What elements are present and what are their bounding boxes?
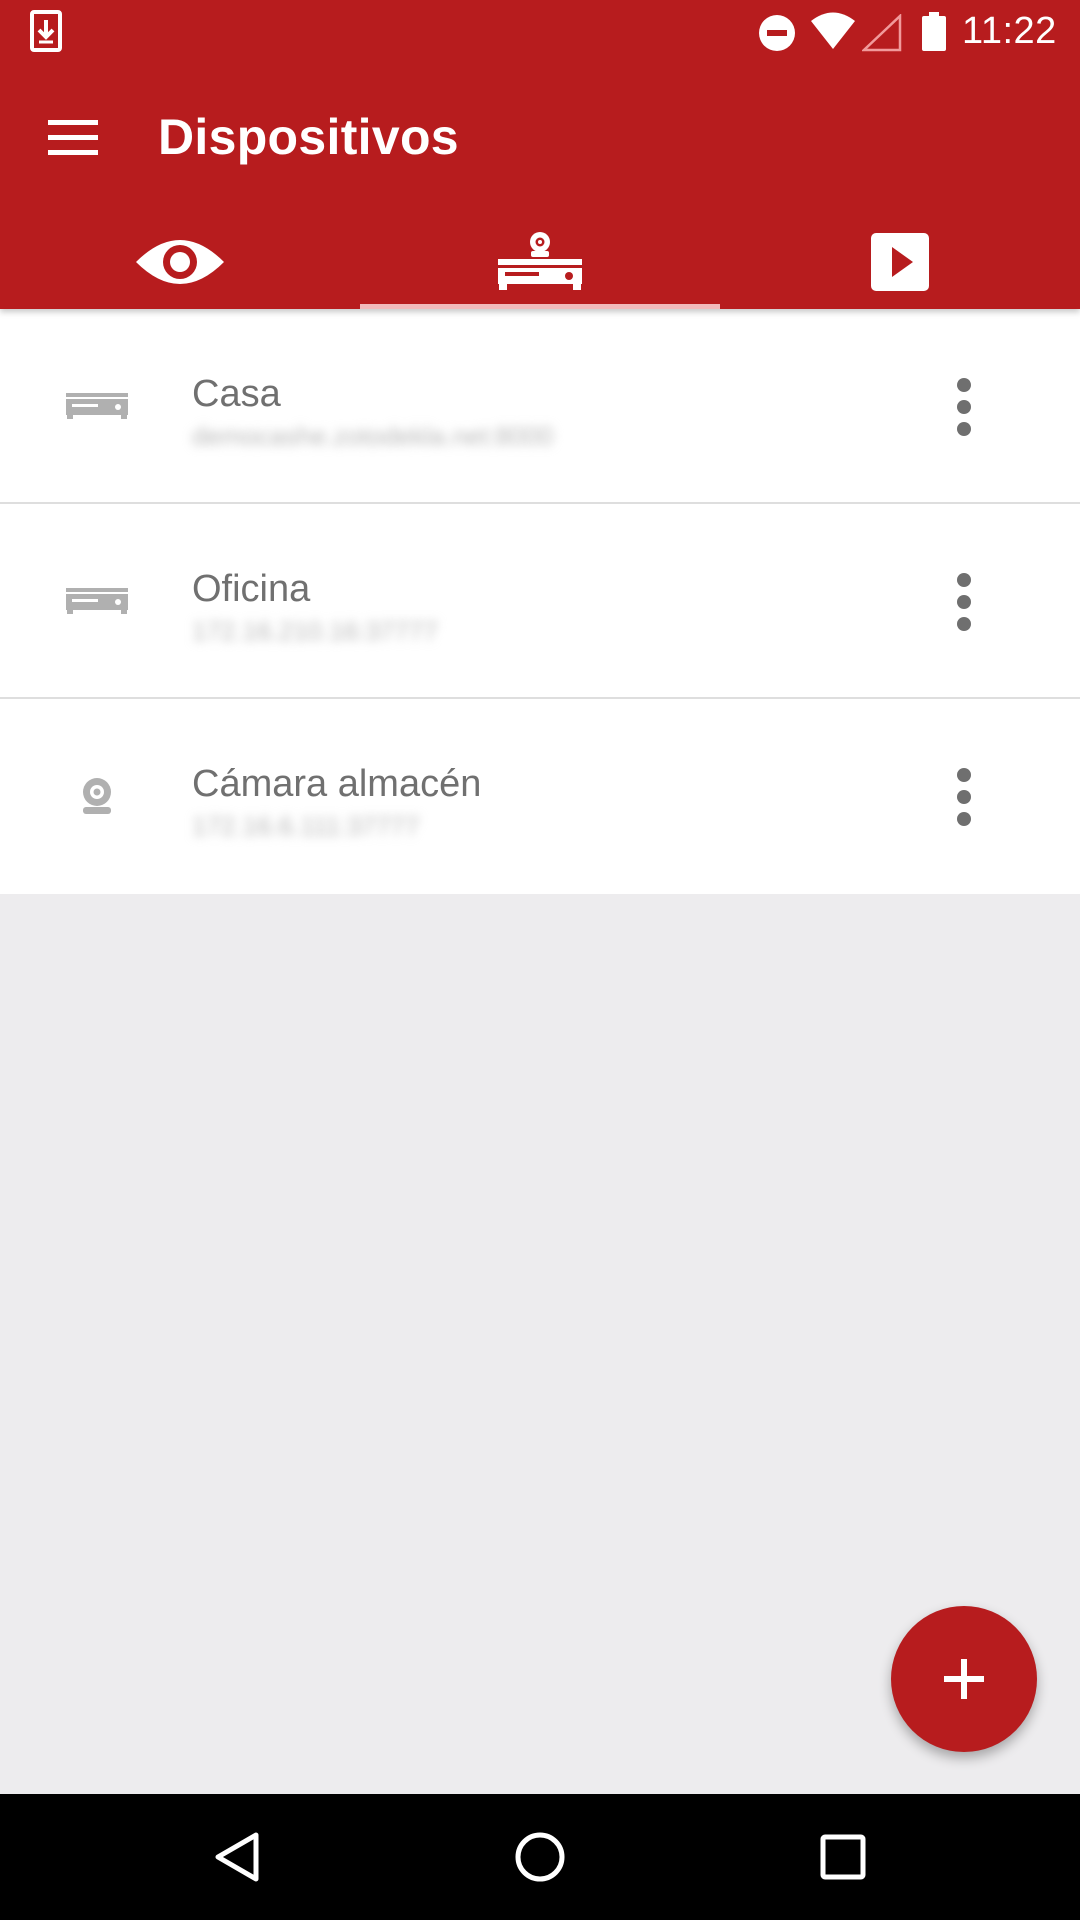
wifi-icon [810,12,856,55]
device-address: 172.16.210.16:37777 [192,616,438,646]
more-vert-icon [957,378,971,436]
tab-live-view[interactable] [0,214,360,309]
list-item[interactable]: Oficina 172.16.210.16:37777 [0,504,1080,699]
recents-button[interactable] [810,1824,876,1890]
back-button[interactable] [204,1824,270,1890]
status-bar: 11:22 [0,0,1080,64]
add-device-button[interactable] [891,1606,1037,1752]
dnd-icon [758,14,796,57]
toolbar: Dispositivos [0,64,1080,214]
more-options-button[interactable] [940,564,988,640]
list-item[interactable]: Casa democashe.zotodekla.net:8000 [0,309,1080,504]
home-button[interactable] [507,1824,573,1890]
home-icon [515,1832,565,1882]
download-icon [30,10,62,57]
menu-icon [48,120,98,155]
tab-playback[interactable] [720,214,1080,309]
menu-button[interactable] [40,110,106,166]
navigation-bar [0,1794,1080,1920]
more-options-button[interactable] [940,369,988,445]
more-vert-icon [957,573,971,631]
device-name: Casa [192,373,281,415]
more-vert-icon [957,768,971,826]
signal-icon [860,13,902,57]
eye-icon [136,239,224,284]
tab-devices[interactable] [360,214,720,309]
dvr-camera-icon [498,231,582,290]
webcam-icon [62,761,132,831]
device-name: Cámara almacén [192,763,482,805]
more-options-button[interactable] [940,759,988,835]
device-address: democashe.zotodekla.net:8000 [192,421,554,451]
back-icon [215,1832,259,1882]
dvr-icon [62,371,132,441]
battery-icon [921,12,947,57]
page-title: Dispositivos [158,109,459,165]
recents-icon [820,1834,866,1880]
list-item[interactable]: Cámara almacén 172.16.6.111:37777 [0,699,1080,894]
plus-icon [944,1659,984,1699]
dvr-icon [62,566,132,636]
app-bar: 11:22 Dispositivos [0,0,1080,309]
tab-bar [0,214,1080,309]
device-name: Oficina [192,568,311,610]
device-list: Casa democashe.zotodekla.net:8000 Oficin… [0,309,1080,894]
play-icon [871,232,929,291]
device-address: 172.16.6.111:37777 [192,811,420,841]
status-time: 11:22 [962,10,1057,52]
